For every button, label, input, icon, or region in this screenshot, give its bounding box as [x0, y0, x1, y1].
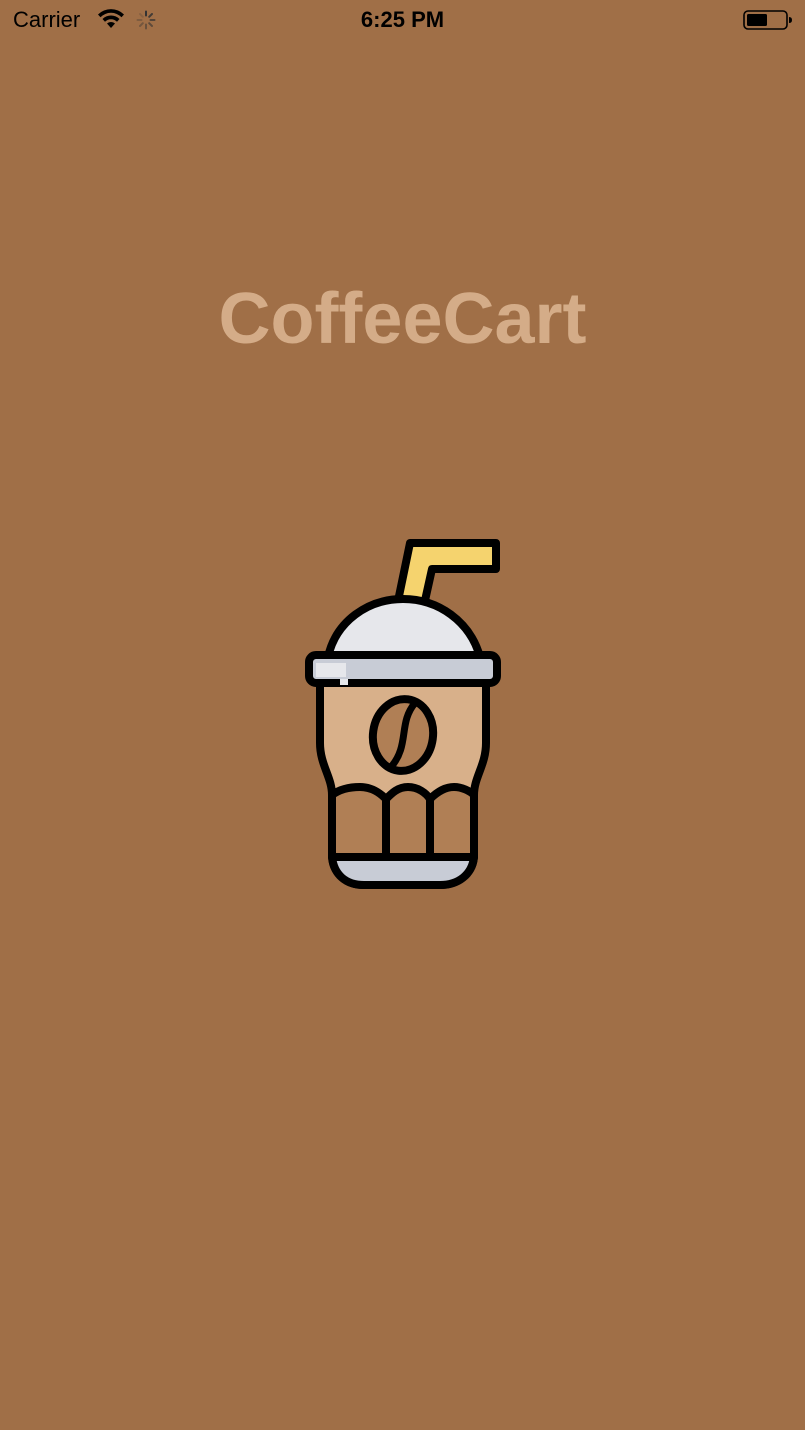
- battery-icon: [743, 10, 792, 30]
- status-time: 6:25 PM: [360, 7, 445, 32]
- splash-screen: Carrier 6:25 PM CoffeeCart: [0, 0, 805, 1430]
- iced-coffee-cup-icon: [305, 539, 501, 889]
- app-title: CoffeeCart: [218, 279, 587, 359]
- status-bar: Carrier 6:25 PM: [0, 0, 805, 40]
